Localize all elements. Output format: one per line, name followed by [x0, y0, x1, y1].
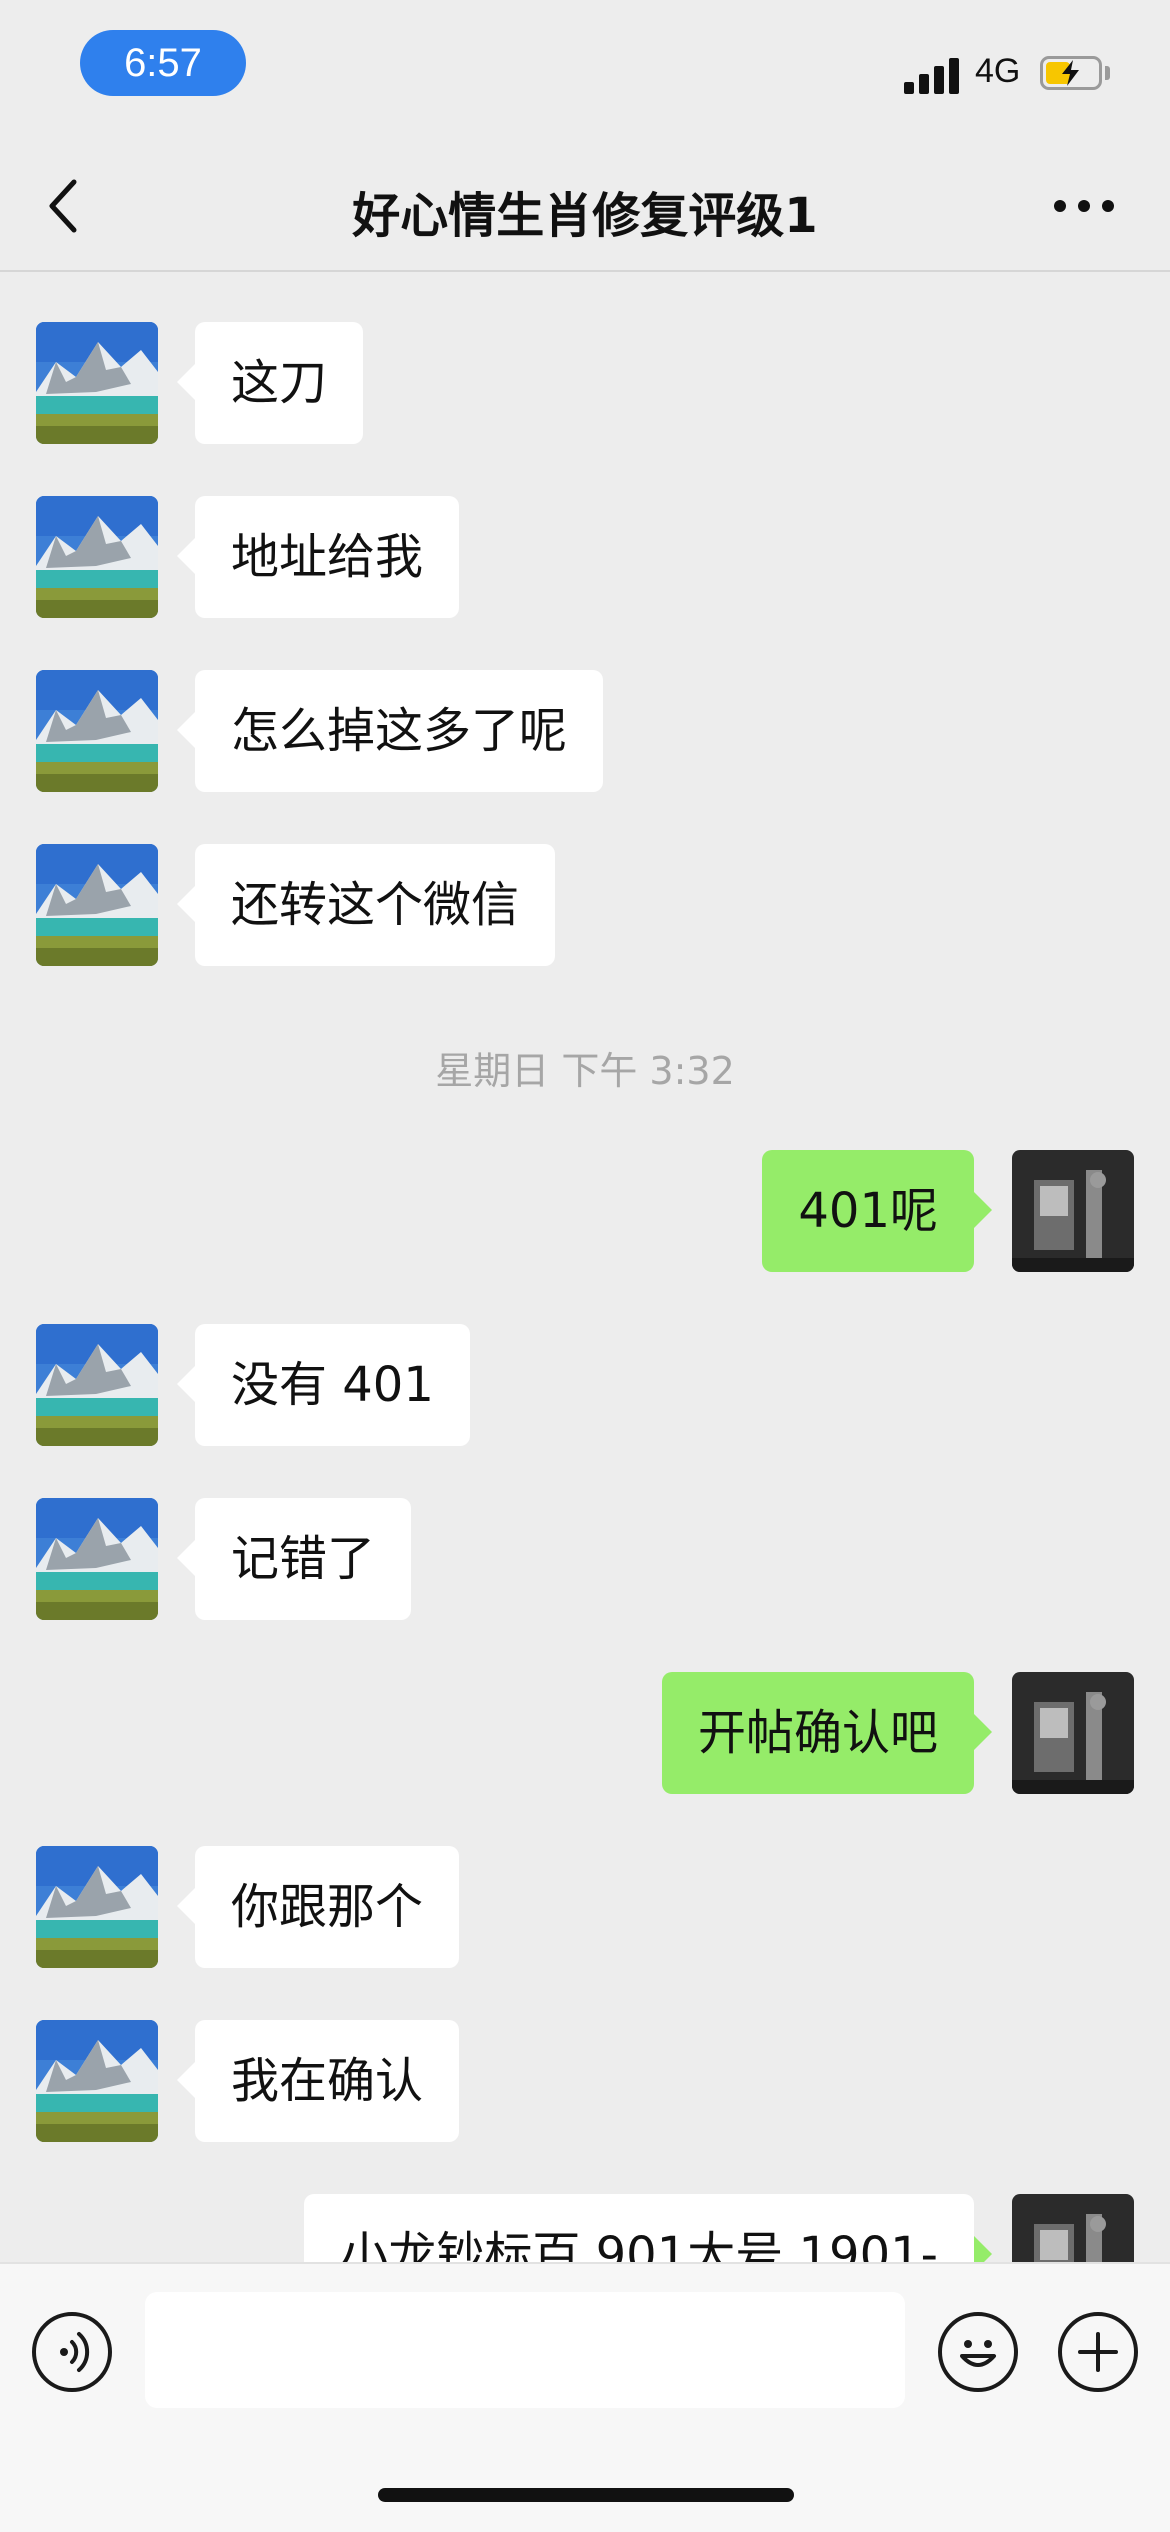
dark-photo-avatar-icon	[1012, 1150, 1134, 1272]
contact-avatar[interactable]	[36, 2020, 158, 2142]
landscape-avatar-icon	[36, 322, 158, 444]
nav-bar: 好心情生肖修复评级1	[0, 140, 1170, 272]
contact-avatar[interactable]	[36, 1498, 158, 1620]
voice-button[interactable]	[32, 2312, 112, 2392]
more-button[interactable]	[1052, 184, 1116, 228]
contact-avatar[interactable]	[36, 496, 158, 618]
message-bubble[interactable]: 没有 401	[177, 1324, 470, 1446]
contact-avatar[interactable]	[36, 1846, 158, 1968]
landscape-avatar-icon	[36, 496, 158, 618]
contact-avatar[interactable]	[36, 670, 158, 792]
status-time: 6:57	[80, 30, 246, 96]
emoji-icon	[960, 2340, 996, 2367]
self-avatar[interactable]	[1012, 1672, 1134, 1794]
self-avatar[interactable]	[1012, 1150, 1134, 1272]
dark-photo-avatar-icon	[1012, 1672, 1134, 1794]
message-bubble[interactable]: 怎么掉这多了呢	[176, 670, 604, 792]
message-bubble-sent[interactable]: 401呢	[762, 1150, 992, 1272]
message-bubble[interactable]: 地址给我	[176, 496, 460, 618]
contact-avatar[interactable]	[36, 1324, 158, 1446]
emoji-button[interactable]	[938, 2312, 1018, 2392]
message-input[interactable]	[145, 2292, 905, 2408]
home-indicator	[378, 2488, 794, 2502]
landscape-avatar-icon	[36, 2020, 158, 2142]
network-type: 4G	[975, 52, 1021, 90]
plus-icon	[1078, 2332, 1118, 2372]
landscape-avatar-icon	[36, 1498, 158, 1620]
back-button[interactable]	[40, 176, 92, 236]
more-dots-icon	[1054, 200, 1114, 212]
contact-avatar[interactable]	[36, 322, 158, 444]
message-bubble[interactable]: 你跟那个	[176, 1846, 460, 1968]
add-button[interactable]	[1058, 2312, 1138, 2392]
battery-nub	[1105, 66, 1110, 80]
chevron-left-icon	[49, 179, 77, 233]
signal-icon	[904, 56, 960, 94]
landscape-avatar-icon	[36, 1324, 158, 1446]
chat-screen: 6:57 4G 好心情生肖修复评级1 这刀 地址给我 怎么掉这多了呢 还转这个微…	[0, 0, 1170, 2532]
contact-avatar[interactable]	[36, 844, 158, 966]
message-bubble[interactable]: 还转这个微信	[176, 844, 556, 966]
voice-icon	[60, 2332, 90, 2372]
message-bubble[interactable]: 记错了	[176, 1498, 412, 1620]
chat-title: 好心情生肖修复评级1	[352, 188, 818, 244]
message-bubble-sent[interactable]: 开帖确认吧	[661, 1672, 993, 1794]
message-bubble[interactable]: 这刀	[176, 322, 364, 444]
battery-icon	[1040, 56, 1102, 90]
message-bubble[interactable]: 我在确认	[176, 2020, 460, 2142]
landscape-avatar-icon	[36, 1846, 158, 1968]
landscape-avatar-icon	[36, 844, 158, 966]
time-divider: 星期日 下午 3:32	[435, 1049, 735, 1093]
landscape-avatar-icon	[36, 670, 158, 792]
status-bar: 6:57 4G	[0, 0, 1170, 140]
